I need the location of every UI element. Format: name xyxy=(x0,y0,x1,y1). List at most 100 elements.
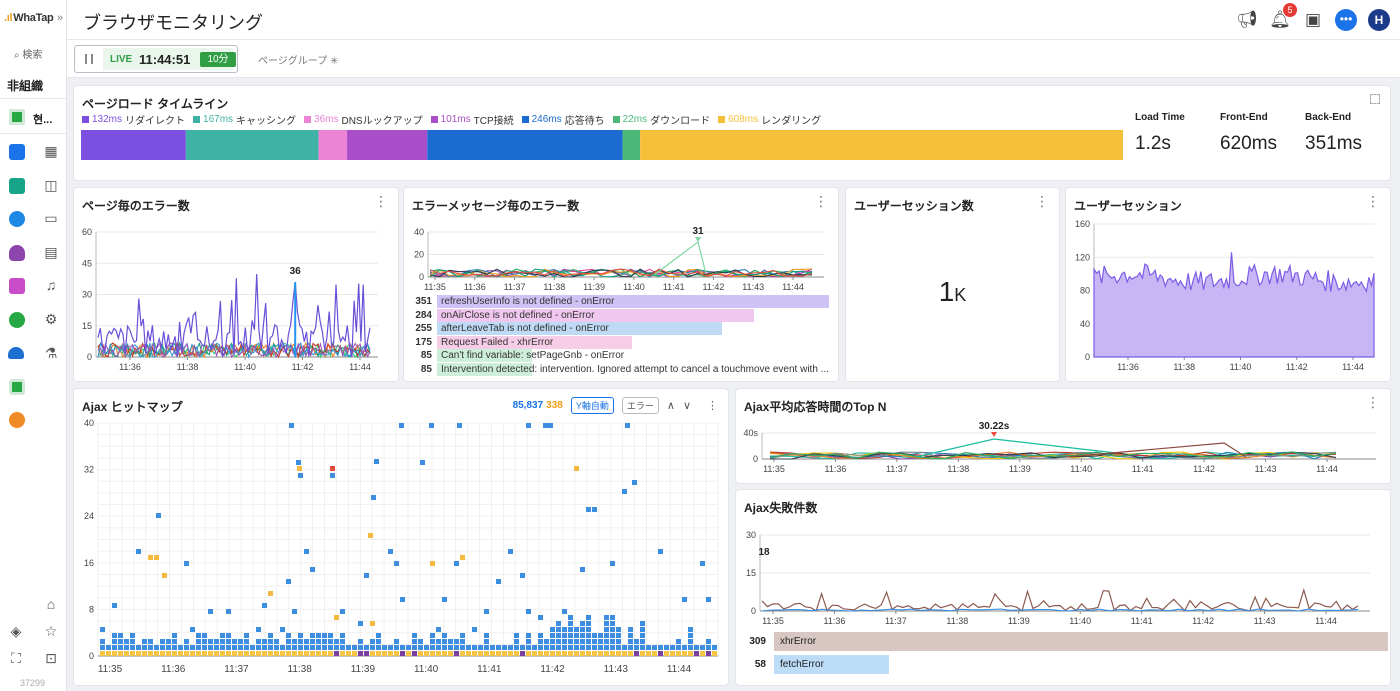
dashboard-grid-icon[interactable]: ▦ xyxy=(43,143,59,159)
flask-icon[interactable]: ⚗ xyxy=(43,345,59,361)
heatmap-cell xyxy=(580,639,585,644)
heatmap-cell xyxy=(328,651,333,656)
heatmap-cell xyxy=(538,633,543,638)
heatmap-cell xyxy=(184,561,189,566)
more-menu-icon[interactable]: ⋮ xyxy=(1366,194,1380,208)
fail-row[interactable]: 58 fetchError xyxy=(744,655,890,674)
x-tick-label: 11:44 xyxy=(667,664,692,675)
error-message-row[interactable]: 85 Can't find variable: setPageGnb - onEr… xyxy=(410,349,829,362)
server-list-icon[interactable] xyxy=(9,178,25,194)
heatmap-cell xyxy=(520,573,525,578)
card-title: Ajax失敗件数 xyxy=(744,501,818,515)
layout-icon[interactable]: ◫ xyxy=(43,177,59,193)
chat-icon[interactable]: ••• xyxy=(1335,9,1357,31)
chevron-up-icon[interactable]: ∧ xyxy=(667,399,675,412)
more-menu-icon[interactable]: ⋮ xyxy=(1366,395,1380,409)
error-count: 175 xyxy=(415,336,432,348)
heatmap-cell xyxy=(568,621,573,626)
x-tick-label: 11:40 xyxy=(234,362,256,372)
heatmap-cell xyxy=(268,645,273,650)
sidebar-search[interactable]: ⌕ 検索 xyxy=(14,46,42,61)
time-range-button[interactable]: 10分 xyxy=(200,52,236,67)
heatmap-cell xyxy=(112,639,117,644)
heatmap-cell xyxy=(430,633,435,638)
y-tick-label: 0 xyxy=(419,272,424,282)
settings-gear-icon[interactable]: ⚙ xyxy=(43,311,59,327)
more-menu-icon[interactable]: ⋮ xyxy=(374,194,388,208)
fullscreen-icon[interactable]: ⛶ xyxy=(8,650,24,666)
y-axis-auto-button[interactable]: Y軸自動 xyxy=(570,397,614,414)
heatmap-cell xyxy=(118,633,123,638)
browser-monitor-icon[interactable] xyxy=(9,379,25,395)
whatap-logo[interactable]: .ılWhaTap xyxy=(4,12,54,24)
heatmap-cell xyxy=(556,621,561,626)
paint-bucket-icon[interactable]: ◈ xyxy=(8,623,24,639)
more-menu-icon[interactable]: ⋮ xyxy=(814,194,828,208)
legend-item: 167ms キャッシング xyxy=(193,112,296,127)
log-icon[interactable] xyxy=(9,278,25,294)
project-icon[interactable] xyxy=(9,109,25,125)
chart-icon[interactable]: ▭ xyxy=(43,210,59,226)
org-label[interactable]: 非組織 xyxy=(7,77,43,94)
heatmap-cell xyxy=(568,615,573,620)
heatmap-cell xyxy=(130,633,135,638)
legend-ms: 36ms xyxy=(314,114,339,125)
heatmap-cell xyxy=(436,639,441,644)
expand-icon[interactable] xyxy=(1370,94,1380,104)
heatmap-cell xyxy=(172,651,177,656)
heatmap-cell xyxy=(586,615,591,620)
heatmap-cell xyxy=(538,651,543,656)
toolbar: LIVE 11:44:51 10分 ページグループ ✳ xyxy=(67,40,1400,78)
browser-code-icon[interactable] xyxy=(9,144,25,160)
cloud-icon[interactable] xyxy=(8,347,24,359)
kubernetes-icon[interactable] xyxy=(9,211,25,227)
home-icon[interactable]: ⌂ xyxy=(43,596,59,612)
page-group-label: ページグループ xyxy=(258,56,328,67)
error-message-row[interactable]: 175 Request Failed - xhrError xyxy=(410,335,829,349)
notification-bell-icon[interactable]: 🔔︎ 5 xyxy=(1269,3,1297,31)
x-tick-label: 11:39 xyxy=(351,664,376,675)
heatmap-cell xyxy=(706,639,711,644)
heatmap-cell xyxy=(226,633,231,638)
heatmap-cell xyxy=(640,633,645,638)
alert-bell-icon[interactable]: ♫ xyxy=(43,277,59,293)
search-document-icon[interactable]: ⊡ xyxy=(43,650,59,666)
x-tick-label: 11:39 xyxy=(583,282,605,292)
more-menu-icon[interactable]: ⋮ xyxy=(1035,194,1049,208)
user-avatar[interactable]: H xyxy=(1368,9,1390,31)
error-message-row[interactable]: 351 refreshUserInfo is not defined - onEr… xyxy=(410,295,829,308)
stream-icon[interactable] xyxy=(9,412,25,428)
divider xyxy=(0,133,66,134)
heatmap-cell xyxy=(646,645,651,650)
star-icon[interactable]: ☆ xyxy=(43,623,59,639)
megaphone-icon[interactable]: 📢︎ xyxy=(1236,9,1258,31)
sidebar-expand-icon[interactable]: » xyxy=(57,12,63,24)
more-menu-icon[interactable]: ⋮ xyxy=(707,399,718,412)
heatmap-cell xyxy=(214,639,219,644)
chevron-down-icon[interactable]: ∨ xyxy=(683,399,691,412)
heatmap-cell xyxy=(166,645,171,650)
heatmap-cell xyxy=(574,466,579,471)
heatmap-cell xyxy=(496,651,501,656)
error-message-row[interactable]: 85 Intervention detected: intervention. I… xyxy=(410,362,829,376)
project-label[interactable]: 현... xyxy=(33,111,52,127)
heatmap-cell xyxy=(100,639,105,644)
report-icon[interactable]: ▤ xyxy=(43,244,59,260)
heatmap-cell xyxy=(280,645,285,650)
error-message-row[interactable]: 255 afterLeaveTab is not defined - onErro… xyxy=(410,322,829,335)
y-tick-label: 120 xyxy=(1075,252,1090,262)
network-globe-icon[interactable] xyxy=(9,312,25,328)
error-message-row[interactable]: 284 onAirClose is not defined - onError xyxy=(410,308,829,322)
error-filter-button[interactable]: エラー xyxy=(621,397,659,414)
fail-row[interactable]: 309 xhrError xyxy=(744,632,1388,651)
heatmap-cell xyxy=(580,621,585,626)
ajax-heatmap-chart[interactable]: 40 32 24 16 8 0 11:35 11:36 11:37 11:38 11:39 11:40… xyxy=(74,415,728,683)
heatmap-cell xyxy=(286,645,291,650)
pause-icon[interactable] xyxy=(85,54,93,64)
heatmap-cell xyxy=(328,645,333,650)
x-tick-label: 11:38 xyxy=(1173,362,1195,372)
page-group-selector[interactable]: ページグループ ✳ xyxy=(258,52,338,67)
live-time-control[interactable]: LIVE 11:44:51 10分 xyxy=(74,45,238,73)
calendar-icon[interactable]: ▣ xyxy=(1302,9,1324,31)
database-icon[interactable] xyxy=(9,245,25,261)
